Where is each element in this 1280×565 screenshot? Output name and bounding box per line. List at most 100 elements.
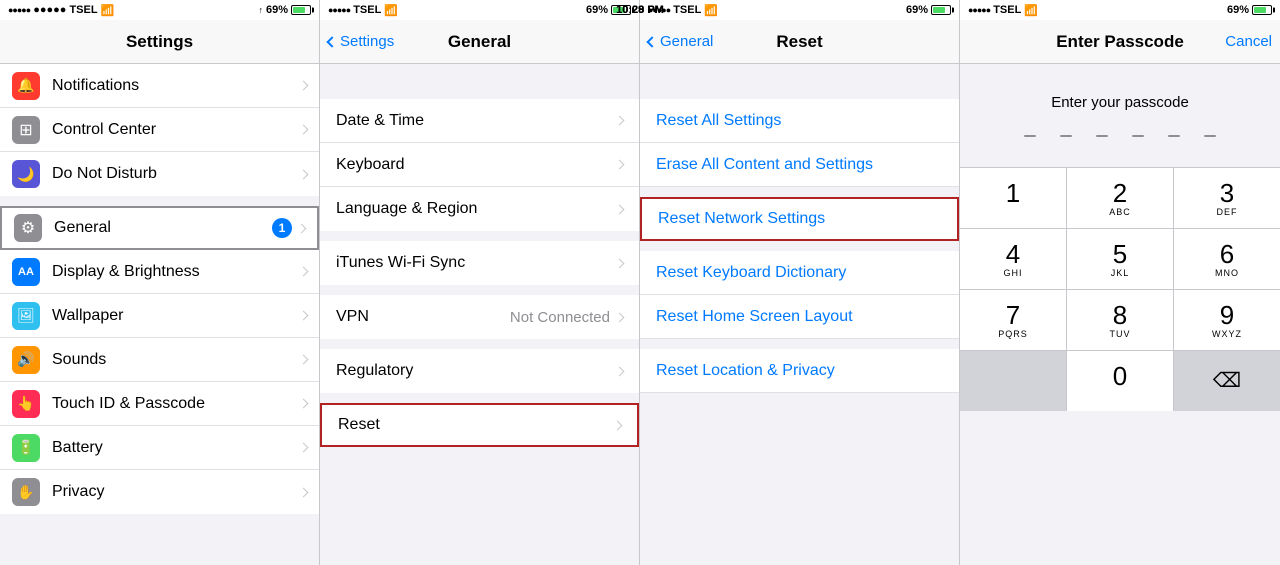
reset-list: Reset All Settings Erase All Content and… [640, 64, 959, 565]
chevron-right-icon [615, 160, 625, 170]
sidebar-item-general[interactable]: ⚙ General 1 [0, 206, 319, 250]
sidebar-item-privacy[interactable]: ✋ Privacy [0, 470, 319, 514]
passcode-cancel-button[interactable]: Cancel [1225, 33, 1272, 50]
sidebar-item-wallpaper[interactable]: 🖼 Wallpaper [0, 294, 319, 338]
sidebar-item-battery[interactable]: 🔋 Battery [0, 426, 319, 470]
status-bar-3: ●●●●● TSEL 📶 10:29 PM 69% [640, 0, 959, 20]
battery-label: Battery [52, 439, 300, 457]
chevron-right-icon [299, 311, 309, 321]
chevron-right-icon [615, 116, 625, 126]
erase-all-button[interactable]: Erase All Content and Settings [640, 143, 959, 187]
battery-settings-icon: 🔋 [12, 434, 40, 462]
sidebar-item-sounds[interactable]: 🔊 Sounds [0, 338, 319, 382]
key-4[interactable]: 4 GHI [960, 229, 1067, 289]
key-9[interactable]: 9 WXYZ [1174, 290, 1280, 350]
dot-1 [1024, 135, 1036, 137]
back-chevron-icon [326, 36, 337, 47]
general-section-4: Regulatory [320, 349, 639, 393]
do-not-disturb-label: Do Not Disturb [52, 165, 300, 183]
reset-keyboard-button[interactable]: Reset Keyboard Dictionary [640, 251, 959, 295]
regulatory-label: Regulatory [336, 362, 616, 380]
reset-section-3: Reset Keyboard Dictionary Reset Home Scr… [640, 251, 959, 339]
wifi-icon-2: 📶 [384, 4, 398, 17]
privacy-label: Privacy [52, 483, 300, 501]
wifi-icon-3: 📶 [704, 4, 718, 17]
display-label: Display & Brightness [52, 263, 300, 281]
key-delete[interactable]: ⌫ [1174, 351, 1280, 411]
back-chevron-icon-2 [646, 36, 657, 47]
key-1[interactable]: 1 [960, 168, 1067, 228]
passcode-nav-bar: Enter Passcode Cancel [960, 20, 1280, 64]
reset-back-button[interactable]: General [648, 33, 713, 50]
carrier-signal-4: ●●●●● [968, 5, 990, 15]
general-item-language[interactable]: Language & Region [320, 187, 639, 231]
passcode-panel: ●●●●● TSEL 📶 10:29 PM 69% Enter Passcode… [960, 0, 1280, 565]
general-badge: 1 [272, 218, 292, 238]
reset-homescreen-label: Reset Home Screen Layout [656, 308, 853, 326]
general-section-3: VPN Not Connected [320, 295, 639, 339]
chevron-right-icon [299, 267, 309, 277]
key-2[interactable]: 2 ABC [1067, 168, 1174, 228]
sidebar-item-display[interactable]: AA Display & Brightness [0, 250, 319, 294]
sidebar-item-notifications[interactable]: 🔔 Notifications [0, 64, 319, 108]
key-0[interactable]: 0 [1067, 351, 1174, 411]
battery-icon-4 [1252, 5, 1272, 15]
settings-list: 🔔 Notifications ⊞ Control Center 🌙 Do No… [0, 64, 319, 565]
battery-percent-2: 69% [586, 4, 608, 16]
wallpaper-label: Wallpaper [52, 307, 300, 325]
carrier-name-3: TSEL [673, 4, 701, 16]
spacer-9 [640, 339, 959, 349]
back-label: Settings [340, 33, 394, 50]
dot-2 [1060, 135, 1072, 137]
spacer-7 [640, 187, 959, 197]
key-5[interactable]: 5 JKL [1067, 229, 1174, 289]
reset-homescreen-button[interactable]: Reset Home Screen Layout [640, 295, 959, 339]
carrier-name-4: TSEL [993, 4, 1021, 16]
carrier-name: ●●●●● TSEL [33, 4, 97, 16]
reset-all-label: Reset All Settings [656, 112, 781, 130]
status-bar-2: ●●●●● TSEL 📶 10:28 PM 69% [320, 0, 639, 20]
reset-location-button[interactable]: Reset Location & Privacy [640, 349, 959, 393]
general-item-date-time[interactable]: Date & Time [320, 99, 639, 143]
sidebar-item-do-not-disturb[interactable]: 🌙 Do Not Disturb [0, 152, 319, 196]
touch-id-label: Touch ID & Passcode [52, 395, 300, 413]
sounds-label: Sounds [52, 351, 300, 369]
general-label: General [54, 219, 272, 237]
general-item-itunes[interactable]: iTunes Wi-Fi Sync [320, 241, 639, 285]
vpn-label: VPN [336, 308, 510, 326]
general-item-vpn[interactable]: VPN Not Connected [320, 295, 639, 339]
wifi-icon: 📶 [101, 4, 115, 17]
general-item-regulatory[interactable]: Regulatory [320, 349, 639, 393]
sounds-icon: 🔊 [12, 346, 40, 374]
sidebar-item-control-center[interactable]: ⊞ Control Center [0, 108, 319, 152]
chevron-right-icon [613, 420, 623, 430]
reset-network-button[interactable]: Reset Network Settings [640, 197, 959, 241]
keypad: 1 2 ABC 3 DEF 4 GHI 5 [960, 167, 1280, 411]
key-3[interactable]: 3 DEF [1174, 168, 1280, 228]
key-8[interactable]: 8 TUV [1067, 290, 1174, 350]
spacer-1 [0, 196, 319, 206]
general-back-button[interactable]: Settings [328, 33, 394, 50]
battery-icon [291, 5, 311, 15]
reset-section-1: Reset All Settings Erase All Content and… [640, 99, 959, 187]
sidebar-item-touch-id[interactable]: 👆 Touch ID & Passcode [0, 382, 319, 426]
spacer-6 [320, 447, 639, 457]
key-7[interactable]: 7 PQRS [960, 290, 1067, 350]
key-6[interactable]: 6 MNO [1174, 229, 1280, 289]
general-item-reset[interactable]: Reset [320, 403, 639, 447]
signal-arrow: ↑ [258, 5, 263, 15]
control-center-label: Control Center [52, 121, 300, 139]
battery-percent-4: 69% [1227, 4, 1249, 16]
control-center-icon: ⊞ [12, 116, 40, 144]
spacer-4 [320, 339, 639, 349]
general-item-keyboard[interactable]: Keyboard [320, 143, 639, 187]
reset-all-settings-button[interactable]: Reset All Settings [640, 99, 959, 143]
carrier-signal-2: ●●●●● [328, 5, 350, 15]
passcode-prompt: Enter your passcode [1051, 94, 1189, 111]
battery-icon-3 [931, 5, 951, 15]
passcode-title: Enter Passcode [1056, 32, 1184, 52]
chevron-right-icon [615, 204, 625, 214]
general-list: Date & Time Keyboard Language & Region i… [320, 64, 639, 565]
top-spacer [320, 64, 639, 99]
display-icon: AA [12, 258, 40, 286]
